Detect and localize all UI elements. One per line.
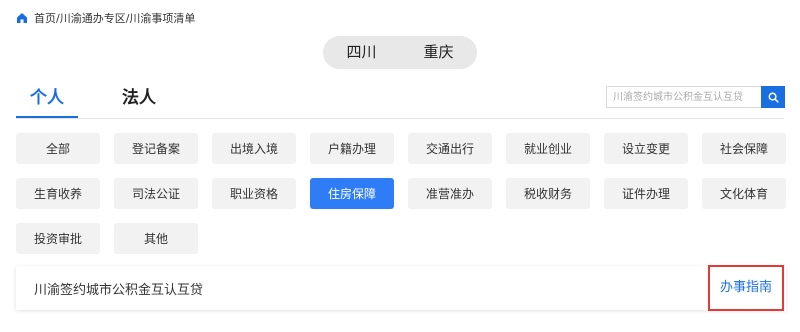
category-grid: 全部 登记备案 出境入境 户籍办理 交通出行 就业创业 设立变更 社会保障生育收养 司法公证 职业… [16,133,786,254]
category-button[interactable]: 出境入境 [212,133,296,164]
category-button[interactable]: 登记备案 [114,133,198,164]
category-button[interactable]: 设立变更 [604,133,688,164]
region-option-chongqing[interactable]: 重庆 [400,36,477,69]
service-guide-link[interactable]: 办事指南 [707,265,784,311]
region-option-sichuan[interactable]: 四川 [323,36,400,69]
tab-personal[interactable]: 个人 [16,85,78,119]
search-icon [768,92,779,103]
result-row[interactable]: 川渝签约城市公积金互认互贷 办事指南 [16,265,786,311]
category-button[interactable]: 职业资格 [212,178,296,209]
category-button[interactable]: 其他 [114,223,198,254]
breadcrumb: 首页/川渝通办专区/川渝事项清单 [16,10,195,26]
category-button[interactable]: 投资审批 [16,223,100,254]
category-button[interactable]: 税收财务 [506,178,590,209]
category-button[interactable]: 生育收养 [16,178,100,209]
category-button[interactable]: 交通出行 [408,133,492,164]
category-button[interactable]: 准营准办 [408,178,492,209]
region-toggle: 四川 重庆 [323,36,477,69]
breadcrumb-text[interactable]: 首页/川渝通办专区/川渝事项清单 [34,10,195,26]
tab-bar: 个人 法人 [16,85,200,119]
category-button[interactable]: 住房保障 [310,178,394,209]
category-button[interactable]: 证件办理 [604,178,688,209]
category-button[interactable]: 全部 [16,133,100,164]
category-button[interactable]: 社会保障 [702,133,786,164]
category-button[interactable]: 就业创业 [506,133,590,164]
category-button[interactable]: 文化体育 [702,178,786,209]
home-icon[interactable] [16,12,28,24]
divider [16,118,784,119]
search-button[interactable] [761,86,785,108]
category-button[interactable]: 司法公证 [114,178,198,209]
search-input[interactable] [606,86,761,108]
tab-legal-entity[interactable]: 法人 [108,85,170,117]
result-title[interactable]: 川渝签约城市公积金互认互贷 [34,279,203,298]
category-button[interactable]: 户籍办理 [310,133,394,164]
